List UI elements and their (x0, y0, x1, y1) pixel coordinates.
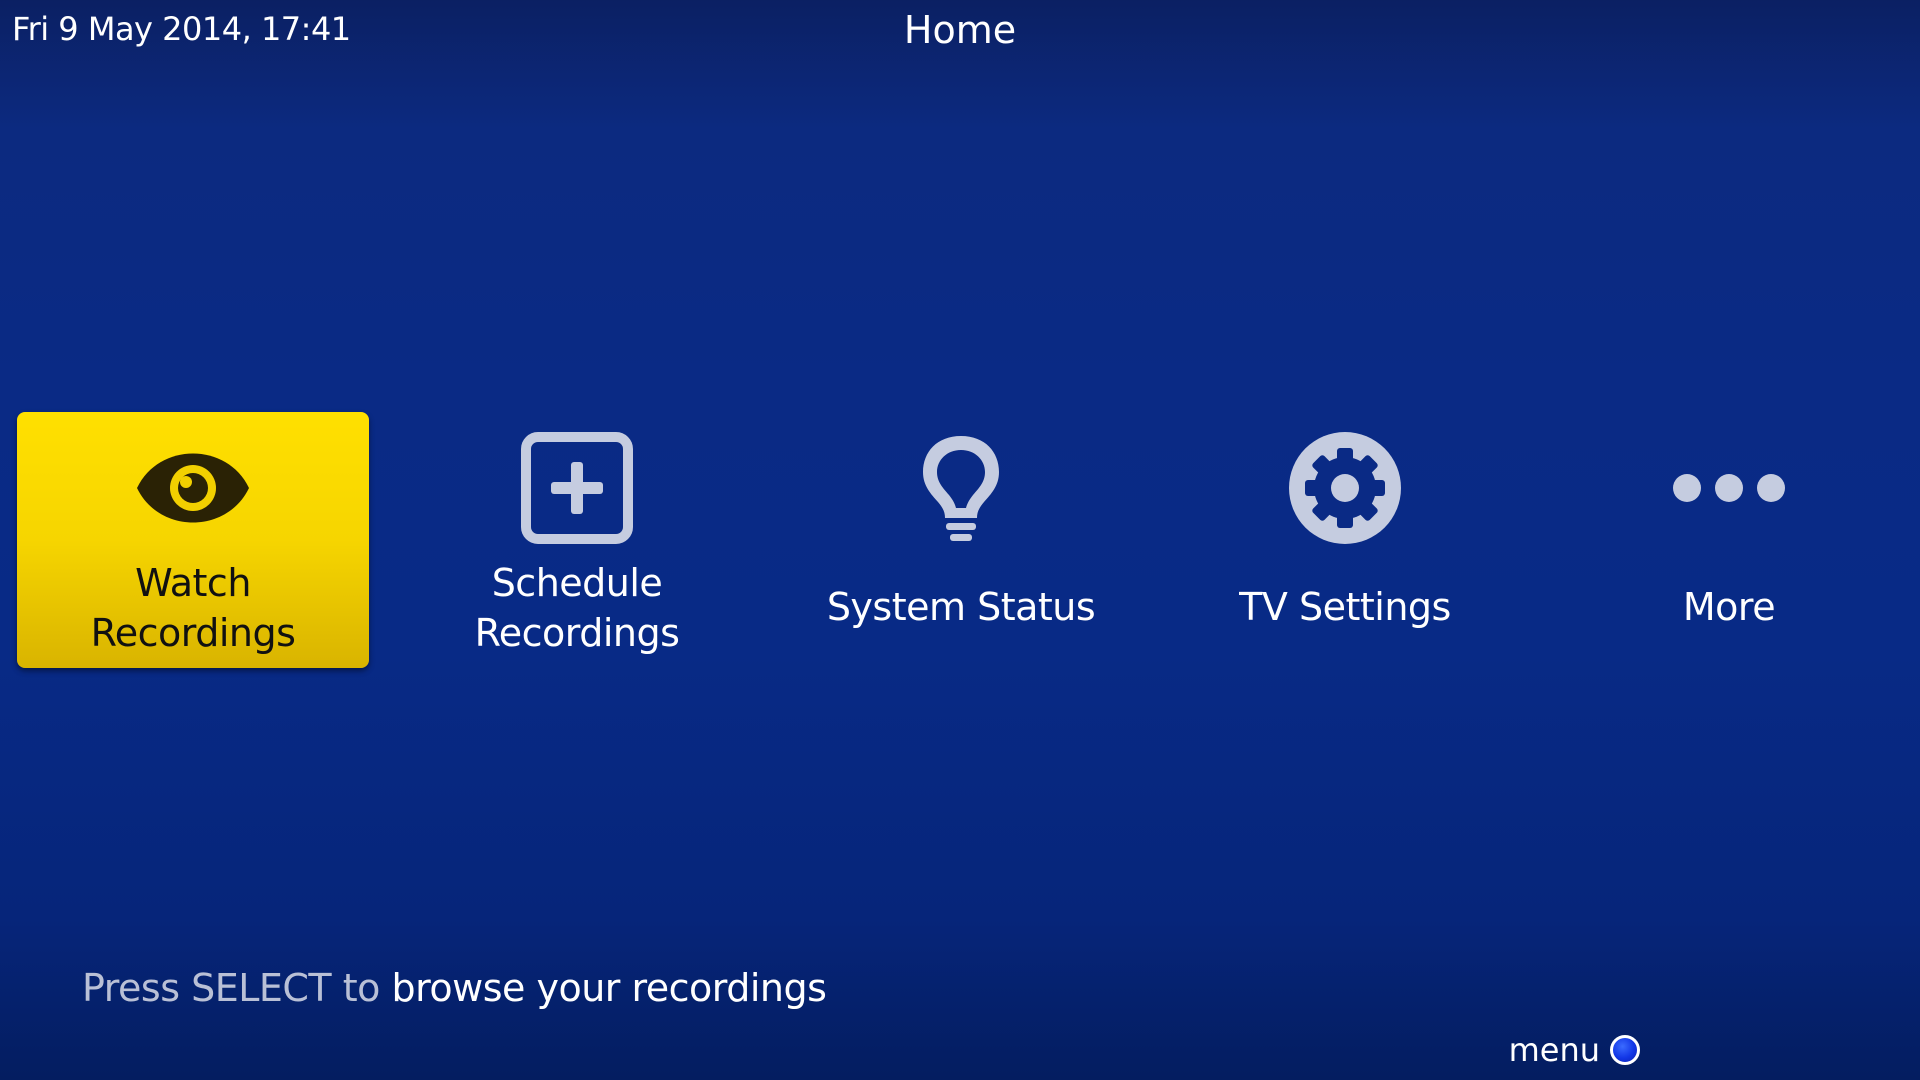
top-bar: Fri 9 May 2014, 17:41 Home (0, 0, 1920, 70)
menu-button-legend: menu (1509, 1030, 1640, 1070)
home-menu: Watch Recordings Schedule Recordings Sys… (0, 412, 1920, 668)
more-dots-icon (1673, 432, 1785, 544)
blue-button-icon (1610, 1035, 1640, 1065)
hint-key-text: Press SELECT to (82, 966, 380, 1010)
help-hint: Press SELECT to browse your recordings (82, 966, 827, 1010)
menu-item-label: More (1682, 585, 1776, 629)
gear-icon (1289, 432, 1401, 544)
menu-item-label: System Status (826, 585, 1096, 629)
menu-item-label: Watch Recordings (90, 561, 296, 655)
menu-item-tv-settings[interactable]: TV Settings (1169, 412, 1521, 668)
menu-item-schedule-recordings[interactable]: Schedule Recordings (401, 412, 753, 668)
eye-icon (137, 432, 249, 544)
menu-item-label: Schedule Recordings (474, 561, 680, 655)
lightbulb-icon (905, 432, 1017, 544)
hint-action-text: browse your recordings (391, 966, 827, 1010)
menu-item-label: TV Settings (1239, 585, 1451, 629)
menu-item-system-status[interactable]: System Status (785, 412, 1137, 668)
menu-item-watch-recordings[interactable]: Watch Recordings (17, 412, 369, 668)
page-title: Home (903, 8, 1017, 52)
plus-square-icon (521, 432, 633, 544)
menu-item-more[interactable]: More (1553, 412, 1905, 668)
menu-legend-label: menu (1508, 1031, 1600, 1069)
